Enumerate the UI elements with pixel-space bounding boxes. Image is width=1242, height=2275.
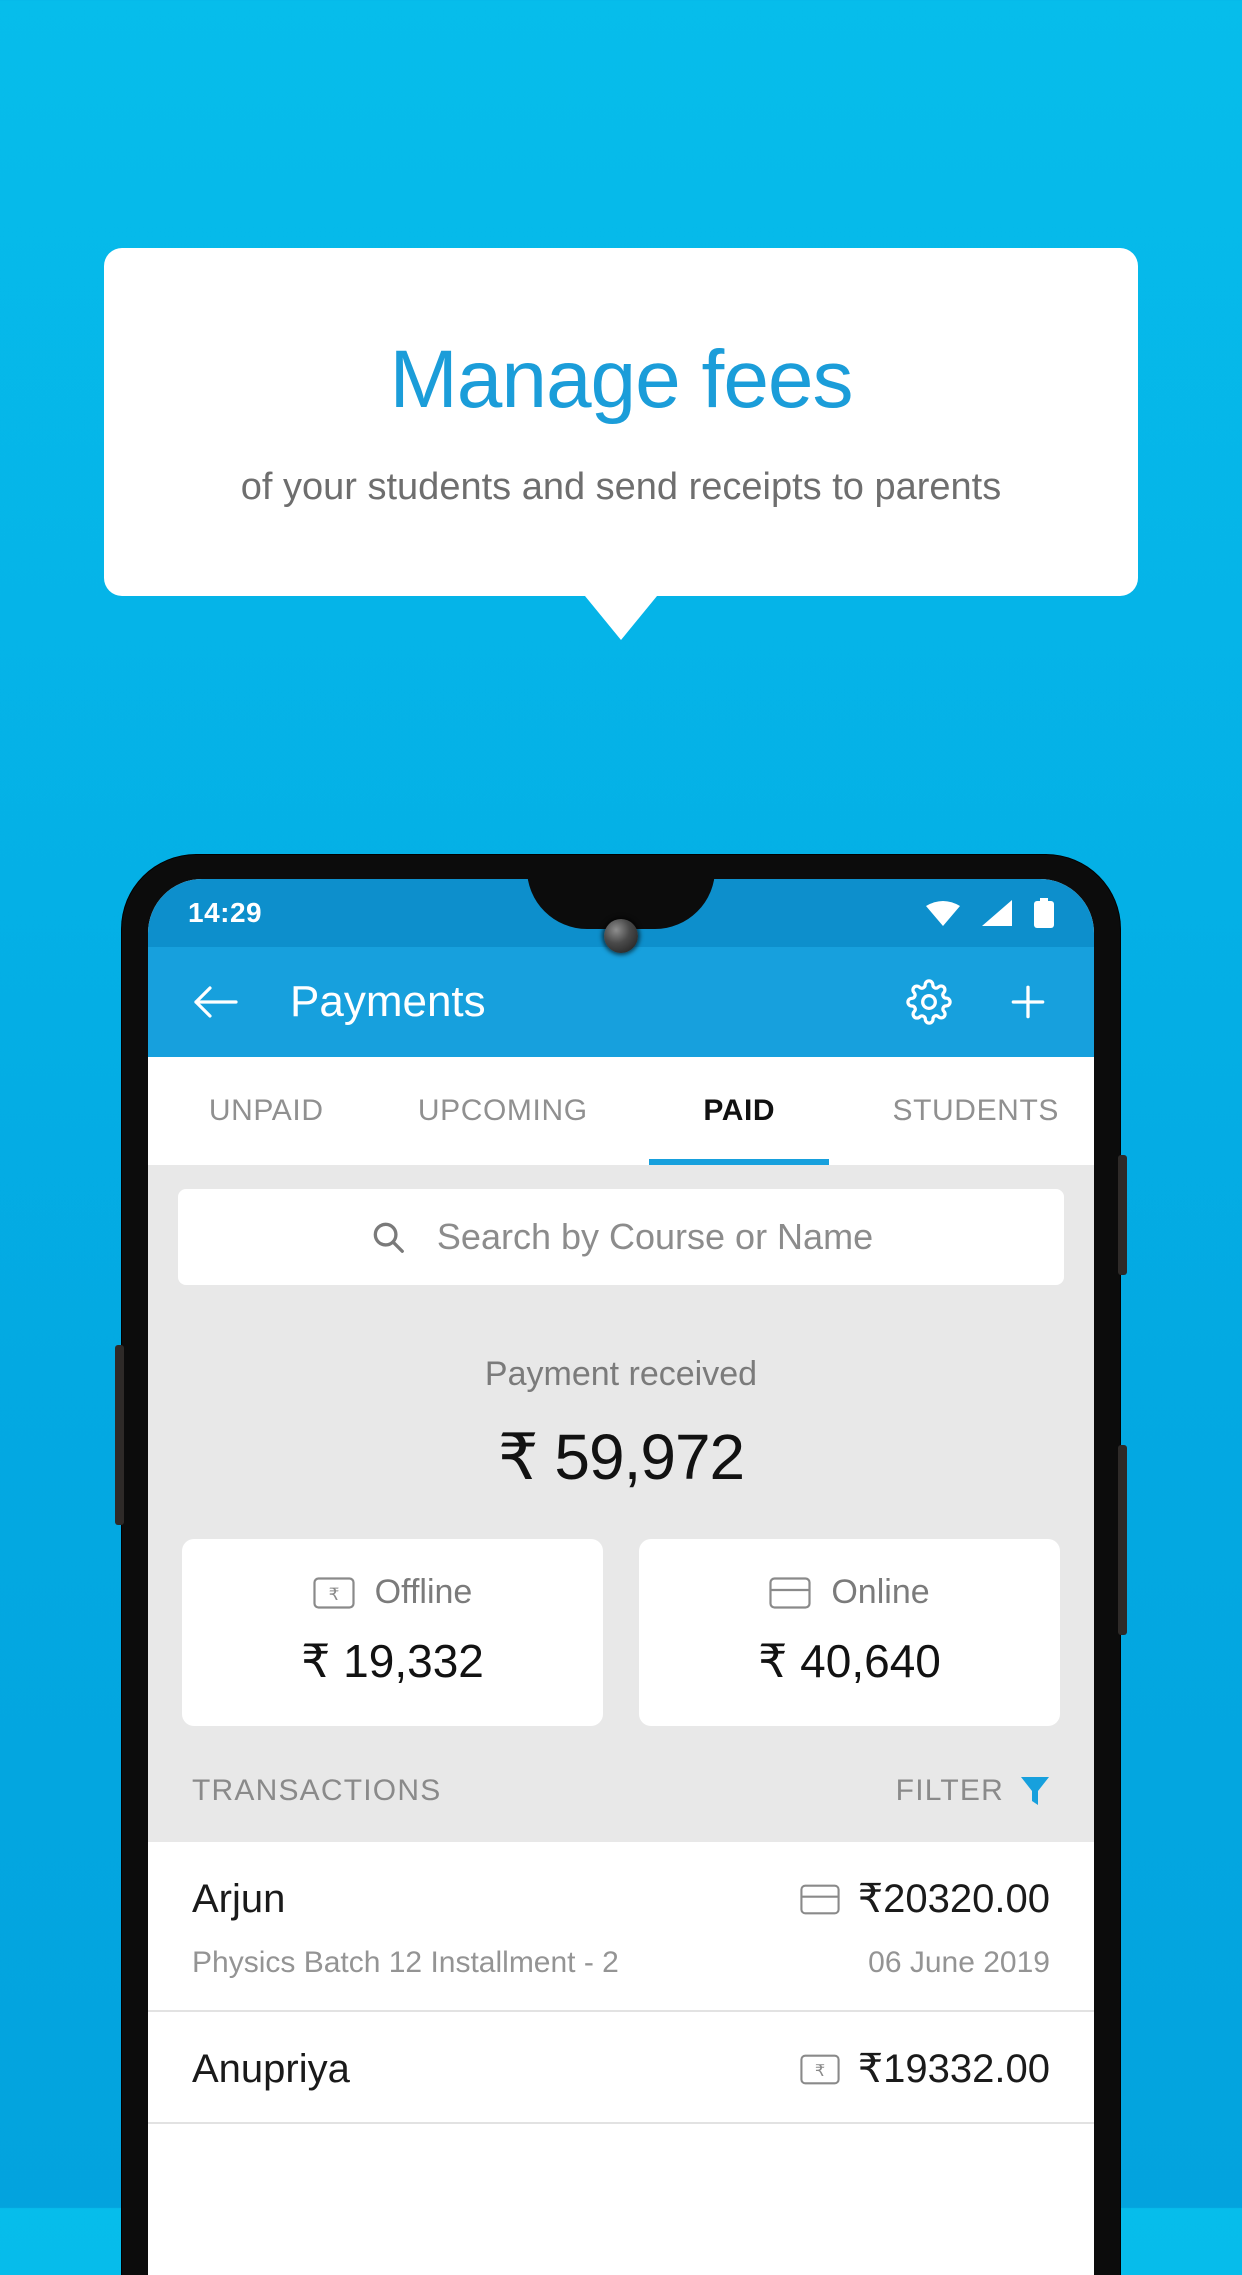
phone-mockup: 14:29 Payments UNPAID UPCOMING PAID STUD… xyxy=(115,855,1127,2275)
table-row[interactable]: Arjun ₹20320.00 Physics Batch 12 Install… xyxy=(148,1842,1094,2012)
search-icon xyxy=(369,1218,407,1256)
credit-card-icon xyxy=(800,1884,840,1915)
transaction-secondary-line: Physics Batch 12 Installment - 2 06 June… xyxy=(192,1946,1050,1980)
transaction-primary-line: Anupriya ₹ ₹19332.00 xyxy=(192,2046,1050,2092)
online-card-label: Online xyxy=(831,1573,930,1611)
screen-content: Search by Course or Name Payment receive… xyxy=(148,1165,1094,2124)
status-time: 14:29 xyxy=(188,897,263,928)
app-bar-actions xyxy=(906,979,1050,1025)
promo-subtitle: of your students and send receipts to pa… xyxy=(240,465,1002,508)
tab-paid[interactable]: PAID xyxy=(621,1057,858,1165)
status-icon-group xyxy=(926,898,1054,928)
status-bar: 14:29 xyxy=(148,879,1094,953)
payment-received-amount: ₹ 59,972 xyxy=(497,1421,745,1493)
transaction-name: Arjun xyxy=(192,1876,286,1921)
transactions-label: TRANSACTIONS xyxy=(192,1774,442,1807)
tab-unpaid[interactable]: UNPAID xyxy=(148,1057,385,1165)
payment-summary: Payment received ₹ 59,972 xyxy=(148,1285,1094,1495)
offline-card-header: ₹ Offline xyxy=(182,1573,603,1612)
battery-icon xyxy=(1034,898,1054,928)
online-card[interactable]: Online ₹ 40,640 xyxy=(639,1539,1060,1726)
payment-received-label: Payment received xyxy=(484,1355,758,1393)
transaction-description: Physics Batch 12 Installment - 2 xyxy=(192,1946,619,1979)
tab-students[interactable]: STUDENTS xyxy=(858,1057,1095,1165)
promo-bubble-tail xyxy=(585,596,657,640)
plus-icon[interactable] xyxy=(1006,980,1050,1024)
breakdown-cards: ₹ Offline ₹ 19,332 Online ₹ 40,640 xyxy=(148,1495,1094,1726)
offline-card[interactable]: ₹ Offline ₹ 19,332 xyxy=(182,1539,603,1726)
search-placeholder: Search by Course or Name xyxy=(436,1216,874,1257)
credit-card-icon xyxy=(769,1576,811,1609)
transaction-amount: ₹20320.00 xyxy=(857,1877,1050,1921)
transaction-name: Anupriya xyxy=(192,2046,350,2091)
gear-icon[interactable] xyxy=(906,979,952,1025)
tab-upcoming[interactable]: UPCOMING xyxy=(385,1057,622,1165)
back-arrow-icon[interactable] xyxy=(192,982,238,1022)
tab-bar: UNPAID UPCOMING PAID STUDENTS xyxy=(148,1057,1094,1165)
transaction-amount-group: ₹ ₹19332.00 xyxy=(800,2046,1050,2092)
offline-card-amount: ₹ 19,332 xyxy=(301,1635,484,1687)
rupee-note-icon: ₹ xyxy=(313,1576,355,1609)
filter-button[interactable]: FILTER xyxy=(896,1774,1050,1808)
table-row[interactable]: Anupriya ₹ ₹19332.00 xyxy=(148,2012,1094,2124)
transaction-amount: ₹19332.00 xyxy=(857,2047,1050,2091)
rupee-note-icon: ₹ xyxy=(800,2054,840,2085)
filter-label: FILTER xyxy=(895,1774,1004,1807)
transactions-list: Arjun ₹20320.00 Physics Batch 12 Install… xyxy=(148,1842,1094,2124)
svg-text:₹: ₹ xyxy=(815,2061,825,2080)
phone-power-button xyxy=(1118,1445,1127,1635)
promo-bubble: Manage fees of your students and send re… xyxy=(104,248,1138,596)
transactions-header: TRANSACTIONS FILTER xyxy=(148,1726,1094,1842)
svg-text:₹: ₹ xyxy=(328,1585,339,1605)
front-camera xyxy=(604,919,638,953)
phone-volume-button xyxy=(1118,1155,1127,1275)
phone-screen: 14:29 Payments UNPAID UPCOMING PAID STUD… xyxy=(148,879,1094,2275)
app-bar: Payments xyxy=(148,947,1094,1057)
online-card-amount: ₹ 40,640 xyxy=(758,1635,941,1687)
signal-icon xyxy=(982,900,1012,926)
transaction-primary-line: Arjun ₹20320.00 xyxy=(192,1876,1050,1922)
phone-left-button xyxy=(115,1345,124,1525)
promo-title: Manage fees xyxy=(389,334,853,426)
funnel-icon xyxy=(1020,1775,1050,1807)
transaction-date: 06 June 2019 xyxy=(868,1946,1050,1979)
search-container: Search by Course or Name xyxy=(148,1165,1094,1285)
page-title: Payments xyxy=(290,977,486,1026)
wifi-icon xyxy=(926,900,960,926)
online-card-header: Online xyxy=(639,1573,1060,1612)
transaction-amount-group: ₹20320.00 xyxy=(800,1876,1050,1922)
search-input[interactable]: Search by Course or Name xyxy=(178,1189,1064,1285)
offline-card-label: Offline xyxy=(374,1573,473,1611)
